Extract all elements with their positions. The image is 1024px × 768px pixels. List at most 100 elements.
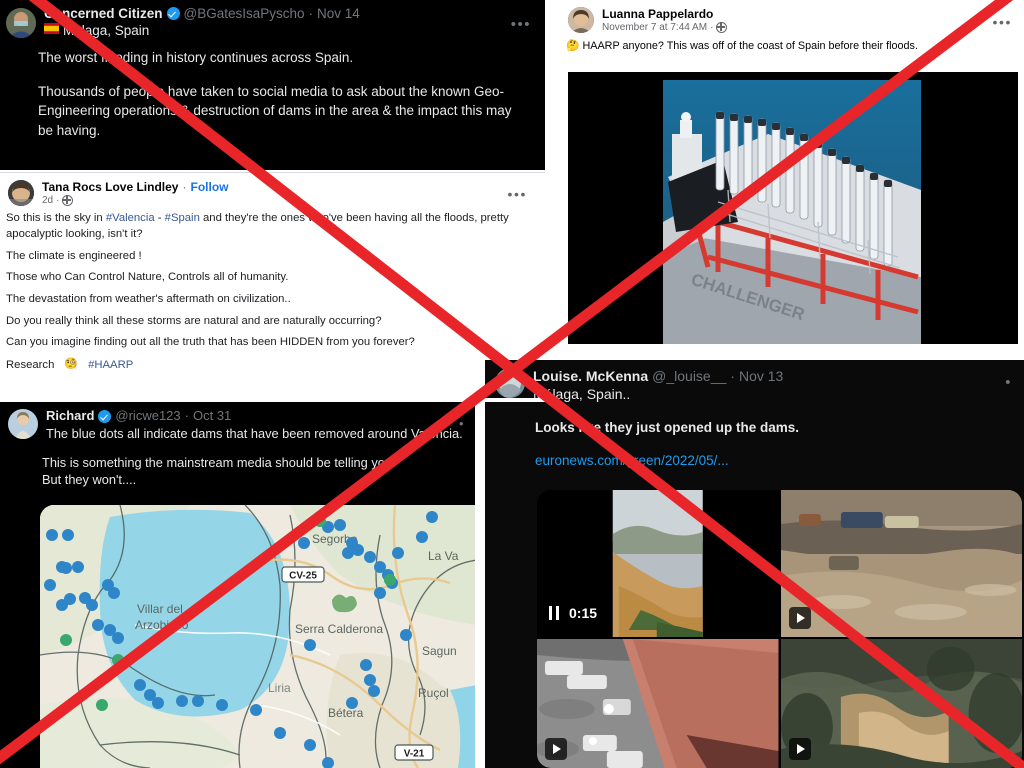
author-line: Louise. McKenna @_louise__ · Nov 13	[533, 368, 1014, 384]
hashtag-haarp[interactable]: #HAARP	[88, 357, 133, 373]
time-ago[interactable]: 2d	[42, 195, 53, 206]
video-controls[interactable]: 0:15	[549, 605, 597, 621]
hashtag-spain[interactable]: #Spain	[165, 212, 200, 224]
more-options-icon[interactable]: •	[1005, 374, 1012, 391]
display-name[interactable]: Louise. McKenna	[533, 368, 648, 384]
post-body: This is something the mainstream media s…	[0, 442, 475, 489]
map-svg: CV-25 V-21 Segorbe La Va Villar del Arzo…	[40, 505, 475, 768]
post-body: 🤔 HAARP anyone? This was off of the coas…	[558, 33, 1024, 54]
haarp-ship-image[interactable]: CHALLENGER	[568, 72, 1018, 344]
seam-horizontal-p2-p3	[0, 398, 545, 402]
map-label-betera: Bétera	[328, 706, 364, 720]
location-text: Malaga, Spain	[63, 22, 150, 38]
post-tana-rocs[interactable]: ••• Tana Rocs Love Lindley · Follow 2d ·…	[0, 172, 545, 399]
separator: ·	[182, 180, 187, 194]
location-line: Malaga, Spain	[44, 23, 535, 38]
video-top-right[interactable]	[780, 490, 1022, 637]
handle[interactable]: @_louise__	[652, 368, 726, 384]
post-header: Luanna Pappelardo November 7 at 7:44 AM …	[558, 0, 1024, 34]
map-label-villar-2: Arzobispo	[135, 618, 189, 632]
play-icon[interactable]	[545, 738, 567, 760]
post-line-5: Do you really think all these storms are…	[6, 314, 382, 327]
handle[interactable]: @ricwe123	[115, 408, 180, 424]
post-paragraph-2: But they won't....	[42, 472, 137, 488]
research-label: Research	[6, 359, 55, 372]
avatar-photo	[6, 8, 36, 38]
post-date[interactable]: Nov 14	[317, 6, 360, 22]
post-date[interactable]: Nov 13	[739, 368, 783, 384]
display-name[interactable]: Concerned Citizen	[44, 6, 163, 22]
map-label-serra-calderona: Serra Calderona	[295, 622, 383, 636]
post-line-6: Can you imagine finding out all the trut…	[6, 336, 415, 349]
avatar[interactable]	[8, 180, 34, 206]
post-date[interactable]: Oct 31	[193, 408, 231, 424]
road-shield-cv25: CV-25	[281, 566, 325, 583]
avatar[interactable]	[6, 8, 36, 38]
play-icon[interactable]	[788, 738, 811, 760]
separator: ·	[710, 22, 714, 34]
road-shield-v21: V-21	[394, 744, 434, 761]
more-options-icon[interactable]: •••	[992, 14, 1012, 30]
dams-map-image[interactable]: CV-25 V-21 Segorbe La Va Villar del Arzo…	[40, 505, 475, 768]
seam-horizontal-p4-p5	[485, 352, 1024, 360]
post-meta: 2d ·	[42, 195, 545, 207]
ship-photo-svg: CHALLENGER	[568, 72, 1018, 344]
video-top-left[interactable]: 0:15	[537, 490, 779, 637]
post-luanna-pappelardo[interactable]: ••• Luanna Pappelardo November 7 at 7:44…	[558, 0, 1024, 352]
timestamp[interactable]: November 7 at 7:44 AM	[602, 22, 707, 33]
link-text[interactable]: euronews.com/green/2022/05/...	[535, 453, 729, 468]
video-bottom-left[interactable]	[537, 639, 779, 768]
post-line-1: So this is the sky in #Valencia - #Spain…	[6, 210, 533, 242]
video-duration: 0:15	[569, 605, 598, 621]
flag-spain-icon	[44, 23, 59, 37]
separator: ·	[308, 6, 314, 21]
author-line: Richard @ricwe123 · Oct 31	[46, 408, 467, 424]
separator: ·	[56, 195, 60, 207]
video-bottom-right[interactable]	[780, 639, 1022, 768]
play-icon[interactable]	[788, 607, 811, 629]
map-label-la-vall: La Va	[428, 549, 459, 563]
avatar[interactable]	[495, 368, 525, 398]
post-paragraph-1: The worst flooding in history continues …	[38, 50, 354, 65]
author-line: Concerned Citizen @BGatesIsaPyscho · Nov…	[44, 6, 535, 22]
more-options-icon[interactable]: •	[459, 416, 465, 431]
post-header: Tana Rocs Love Lindley · Follow 2d ·	[0, 173, 545, 207]
hashtag-valencia[interactable]: #Valencia	[106, 212, 155, 224]
avatar-photo	[568, 7, 594, 33]
text-fragment: So this is the sky in	[6, 212, 106, 225]
video-thumb	[537, 639, 779, 768]
flag-spain-svg	[44, 23, 59, 35]
avatar[interactable]	[8, 409, 38, 439]
post-louise-mckenna[interactable]: • Louise. McKenna @_louise__ · Nov 13 Má…	[485, 360, 1024, 768]
more-options-icon[interactable]: •••	[507, 186, 527, 202]
map-label-rucol: Ruçol	[418, 686, 449, 700]
seam-vertical-bottom-left	[475, 360, 485, 768]
pause-icon[interactable]	[549, 606, 559, 620]
separator: ·	[730, 368, 735, 384]
post-subtitle: Málaga, Spain..	[533, 386, 631, 403]
video-grid[interactable]: 0:15	[537, 490, 1022, 768]
post-concerned-citizen[interactable]: ••• Concerned Citizen @BGatesIsaPyscho ·…	[0, 0, 545, 170]
handle[interactable]: @BGatesIsaPyscho	[184, 6, 305, 22]
post-richard[interactable]: • Richard @ricwe123 · Oct 31 The blue do…	[0, 402, 475, 768]
display-name[interactable]: Tana Rocs Love Lindley	[42, 180, 178, 194]
display-name[interactable]: Richard	[46, 408, 94, 424]
thinking-face-emoji-icon: 🧐	[64, 358, 79, 371]
post-header: Concerned Citizen @BGatesIsaPyscho · Nov…	[0, 0, 545, 38]
post-paragraph-1: This is something the mainstream media s…	[42, 455, 396, 471]
map-label-liria: Liria	[268, 681, 291, 695]
display-name[interactable]: Luanna Pappelardo	[602, 7, 1024, 21]
map-label-villar-1: Villar del	[137, 602, 183, 616]
post-paragraph-2: Thousands of people have taken to social…	[38, 83, 512, 138]
avatar-photo	[495, 368, 525, 398]
avatar[interactable]	[568, 7, 594, 33]
verified-badge-icon	[166, 7, 180, 21]
avatar-photo	[8, 180, 34, 206]
more-options-icon[interactable]: •••	[511, 16, 531, 33]
post-body: So this is the sky in #Valencia - #Spain…	[0, 206, 545, 373]
post-link[interactable]: euronews.com/green/2022/05/...	[485, 435, 1024, 468]
post-body: Looks like they just opened up the dams.	[535, 420, 800, 436]
post-text: HAARP anyone? This was off of the coast …	[582, 40, 918, 53]
video-thumb	[780, 639, 1022, 768]
follow-button[interactable]: Follow	[190, 180, 228, 194]
